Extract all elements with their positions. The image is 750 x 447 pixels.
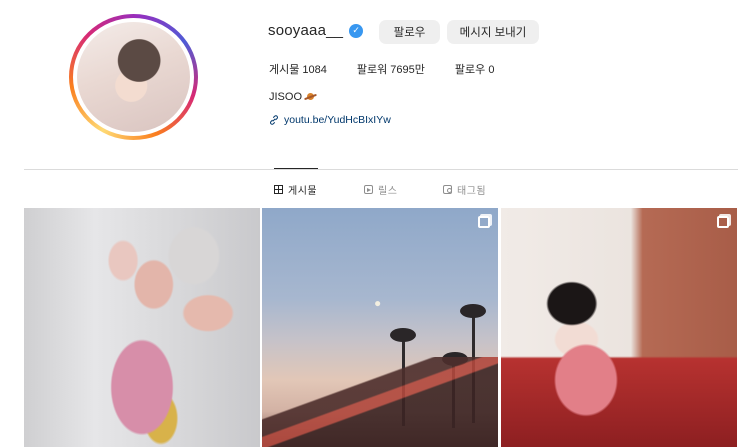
tab-posts-label: 게시물 xyxy=(288,186,318,197)
tab-posts[interactable]: 게시물 xyxy=(274,182,317,197)
palm-tree xyxy=(452,358,455,428)
bio-link[interactable]: youtu.be/YudHcBIxIYw xyxy=(269,114,391,126)
message-button[interactable]: 메시지 보내기 xyxy=(447,20,539,44)
username: sooyaaa__ xyxy=(268,22,344,39)
post-thumbnail[interactable] xyxy=(262,208,498,447)
tab-reels[interactable]: 릴스 xyxy=(364,182,397,197)
tabs-divider xyxy=(24,169,738,170)
avatar-frame xyxy=(73,18,194,136)
palm-tree xyxy=(472,313,475,423)
tab-tagged[interactable]: 태그됨 xyxy=(443,182,486,197)
grid-icon xyxy=(274,185,283,194)
multi-photo-icon xyxy=(478,216,490,228)
posts-count: 게시물 1084 xyxy=(269,64,327,76)
multi-photo-icon xyxy=(717,216,729,228)
palm-tree xyxy=(442,352,468,366)
followers-count[interactable]: 팔로워 7695만 xyxy=(357,61,425,77)
bio-name: JISOO xyxy=(269,91,303,103)
link-icon xyxy=(269,115,279,125)
palm-tree xyxy=(460,304,486,318)
bio: JISOO xyxy=(269,91,317,103)
profile-stats: 게시물 1084 팔로워 7695만 팔로우 0 xyxy=(269,61,524,77)
story-ring[interactable] xyxy=(69,14,198,140)
active-tab-indicator xyxy=(274,168,318,169)
bio-link-text[interactable]: youtu.be/YudHcBIxIYw xyxy=(284,114,391,126)
tab-reels-label: 릴스 xyxy=(378,186,398,197)
verified-badge-icon: ✓ xyxy=(349,23,364,38)
following-count[interactable]: 팔로우 0 xyxy=(455,61,495,77)
palm-tree xyxy=(390,328,416,342)
tagged-icon xyxy=(443,185,452,194)
post-thumbnail[interactable] xyxy=(501,208,737,447)
tab-tagged-label: 태그됨 xyxy=(457,186,487,197)
palm-tree xyxy=(402,336,405,426)
post-thumbnail[interactable] xyxy=(24,208,260,447)
reels-icon xyxy=(364,185,373,194)
planet-icon xyxy=(304,93,317,101)
profile-avatar[interactable] xyxy=(77,22,190,132)
username-row: sooyaaa__ ✓ xyxy=(268,22,364,39)
follow-button[interactable]: 팔로우 xyxy=(379,20,440,44)
